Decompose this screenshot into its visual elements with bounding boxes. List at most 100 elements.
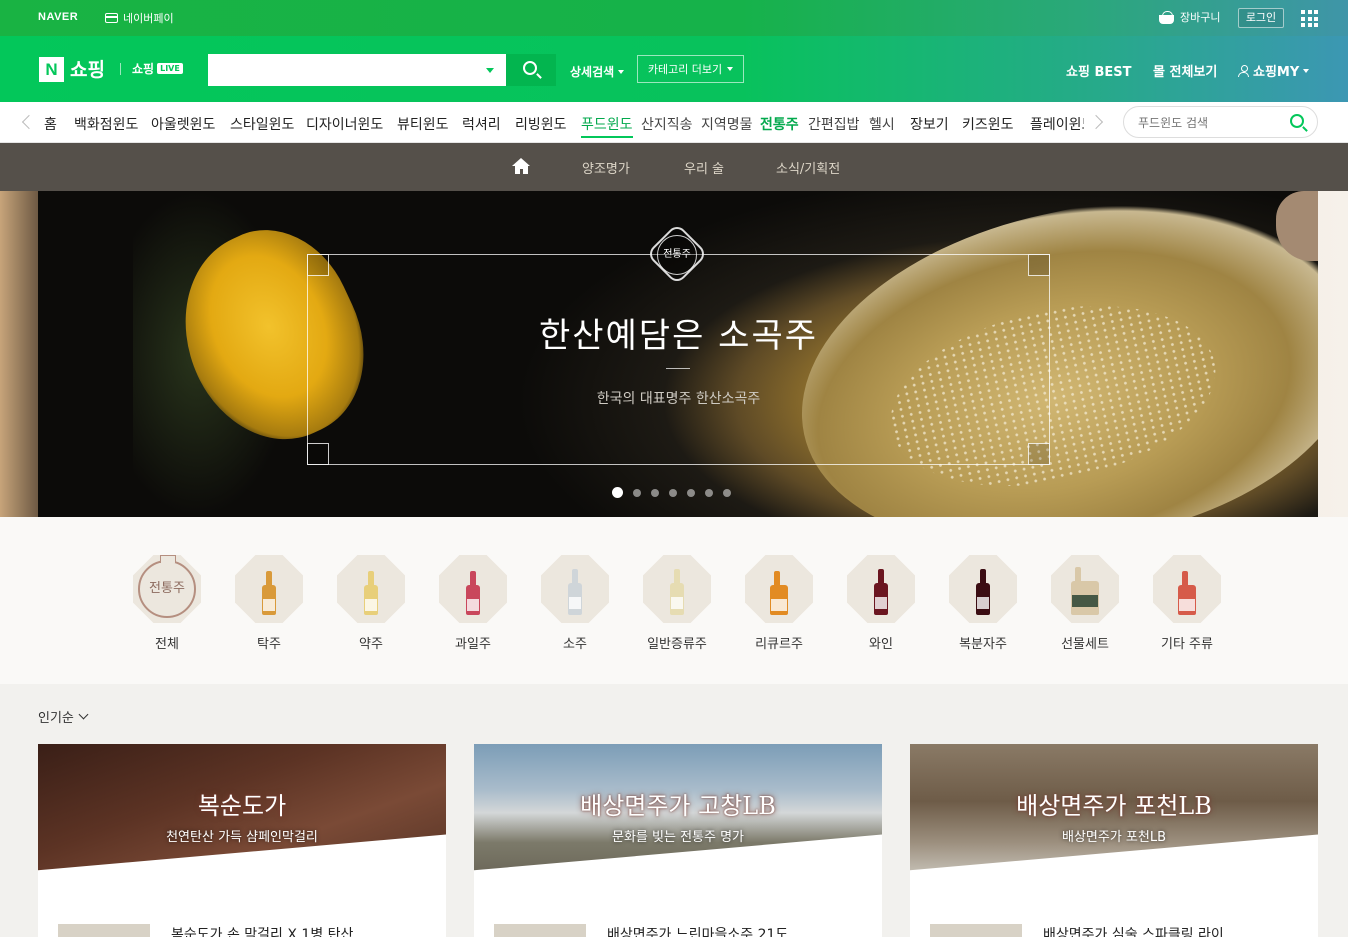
- slide-dot[interactable]: [687, 488, 695, 497]
- category-fruit-wine[interactable]: 과일주: [428, 555, 518, 652]
- search-input[interactable]: [208, 54, 478, 86]
- cart-label: 장바구니: [1180, 11, 1221, 24]
- autocomplete-caret-icon[interactable]: [486, 68, 494, 73]
- bottle-icon: [1153, 555, 1221, 623]
- basket-icon: [1158, 10, 1175, 24]
- category-other[interactable]: 기타 주류: [1142, 555, 1232, 652]
- naver-logo[interactable]: NAVER: [38, 11, 78, 23]
- nav-item-easy-meal[interactable]: 간편집밥: [808, 114, 860, 134]
- sub-nav-news[interactable]: 소식/기획전: [776, 158, 840, 177]
- search-button[interactable]: [506, 54, 556, 86]
- bottle-icon: [235, 555, 303, 623]
- nav-item-beauty[interactable]: 뷰티윈도: [397, 114, 449, 134]
- category-wine[interactable]: 와인: [836, 555, 926, 652]
- nav-prev-arrow-icon[interactable]: [21, 114, 37, 130]
- sub-nav-our-liquor[interactable]: 우리 술: [684, 158, 724, 177]
- food-search-input[interactable]: [1138, 113, 1288, 133]
- category-more-button[interactable]: 카테고리 더보기: [637, 55, 744, 83]
- frame-corner: [307, 443, 329, 465]
- product-name[interactable]: 복순도가 손 막걸리 X 1병 탄산...: [171, 924, 431, 937]
- brewery-card[interactable]: 배상면주가 포천LB 배상면주가 포천LB 배상면주가 심술 스파클링 라이..…: [910, 744, 1318, 937]
- chevron-down-icon: [618, 69, 625, 74]
- hero-banner[interactable]: 전통주 한산예담은 소곡주 한국의 대표명주 한산소곡주: [38, 191, 1318, 517]
- sort-dropdown[interactable]: 인기순: [38, 707, 89, 726]
- nav-item-grocery[interactable]: 장보기: [910, 114, 949, 134]
- hero-subtitle: 한국의 대표명주 한산소곡주: [596, 391, 761, 407]
- category-distilled[interactable]: 일반증류주: [632, 555, 722, 652]
- category-all[interactable]: 전통주 전체: [122, 555, 212, 652]
- nav-item-outlet[interactable]: 아울렛윈도: [151, 114, 215, 134]
- all-malls-link[interactable]: 몰 전체보기: [1153, 61, 1217, 80]
- category-label: 리큐르주: [755, 637, 803, 652]
- slide-dot[interactable]: [705, 488, 713, 497]
- nav-item-luxury[interactable]: 럭셔리: [462, 114, 501, 134]
- cart-link[interactable]: 장바구니: [1158, 9, 1220, 25]
- shopping-best-link[interactable]: 쇼핑 BEST: [1066, 61, 1131, 80]
- login-button[interactable]: 로그인: [1238, 8, 1284, 28]
- nav-next-arrow-icon[interactable]: [1088, 114, 1104, 130]
- gift-box-icon: [1051, 555, 1119, 623]
- category-liqueur[interactable]: 리큐르주: [734, 555, 824, 652]
- slide-dot-active[interactable]: [612, 487, 623, 498]
- window-nav-items: 홈 백화점윈도 아울렛윈도 스타일윈도 디자이너윈도 뷰티윈도 럭셔리 리빙윈도…: [44, 102, 1084, 142]
- nav-item-home[interactable]: 홈: [44, 114, 57, 134]
- sub-nav-brewery[interactable]: 양조명가: [582, 158, 630, 177]
- nav-item-regional[interactable]: 지역명물: [701, 114, 753, 134]
- category-label: 전체: [155, 637, 179, 652]
- nav-item-kids[interactable]: 키즈윈도: [962, 114, 1014, 134]
- nav-item-play[interactable]: 플레이윈도: [1030, 114, 1084, 134]
- naver-pay-link[interactable]: 네이버페이: [105, 10, 174, 26]
- card-title: 복순도가: [197, 792, 287, 820]
- product-thumbnail[interactable]: [930, 924, 1022, 937]
- category-gift-set[interactable]: 선물세트: [1040, 555, 1130, 652]
- card-icon: [105, 13, 118, 23]
- nav-item-direct[interactable]: 산지직송: [641, 114, 693, 134]
- product-name[interactable]: 배상면주가 느린마을소주 21도...: [607, 924, 867, 937]
- brewery-card[interactable]: 배상면주가 고창LB 문화를 빚는 전통주 명가 배상면주가 느린마을소주 21…: [474, 744, 882, 937]
- product-thumbnail[interactable]: [494, 924, 586, 937]
- card-subtitle: 천연탄산 가득 샴페인막걸리: [166, 830, 318, 845]
- product-name[interactable]: 배상면주가 심술 스파클링 라이...: [1043, 924, 1303, 937]
- category-bar: 전통주 전체 탁주 약주 과일주 소주 일반증류주 리큐르주 와인 복분자주 선…: [0, 517, 1348, 684]
- slide-dot[interactable]: [633, 488, 641, 497]
- nav-item-traditional-liquor[interactable]: 전통주: [760, 114, 799, 134]
- detail-search-button[interactable]: 상세검색: [570, 63, 625, 80]
- bottle-icon: [745, 555, 813, 623]
- category-yakju[interactable]: 약주: [326, 555, 416, 652]
- shopping-my-label: 쇼핑MY: [1253, 65, 1300, 80]
- home-icon[interactable]: [512, 158, 531, 175]
- bottle-icon: [541, 555, 609, 623]
- nav-item-healthy[interactable]: 헬시: [869, 114, 895, 134]
- user-icon: [1238, 64, 1249, 77]
- live-badge: LIVE: [157, 63, 183, 74]
- category-soju[interactable]: 소주: [530, 555, 620, 652]
- nav-item-living[interactable]: 리빙윈도: [515, 114, 567, 134]
- shopping-logo[interactable]: 쇼핑: [70, 55, 105, 82]
- top-bar: NAVER 네이버페이 장바구니 로그인: [0, 0, 1348, 36]
- apps-grid-icon[interactable]: [1301, 10, 1318, 27]
- hero-frame: [307, 254, 1050, 465]
- category-takju[interactable]: 탁주: [224, 555, 314, 652]
- card-title: 배상면주가 포천LB: [1016, 792, 1212, 820]
- category-bokbunja[interactable]: 복분자주: [938, 555, 1028, 652]
- slide-dot[interactable]: [723, 488, 731, 497]
- traditional-liquor-emblem: 전통주: [138, 555, 196, 618]
- slide-dot[interactable]: [651, 488, 659, 497]
- category-label: 기타 주류: [1161, 637, 1213, 652]
- shopping-live-link[interactable]: 쇼핑 LIVE: [132, 60, 183, 77]
- product-thumbnail[interactable]: [58, 924, 150, 937]
- nav-item-designer[interactable]: 디자이너윈도: [306, 114, 383, 134]
- frame-corner: [1028, 443, 1050, 465]
- frame-corner: [307, 254, 329, 276]
- brewery-card[interactable]: 복순도가 천연탄산 가득 샴페인막걸리 복순도가 손 막걸리 X 1병 탄산..…: [38, 744, 446, 937]
- nav-item-style[interactable]: 스타일윈도: [230, 114, 294, 134]
- card-subtitle: 문화를 빚는 전통주 명가: [612, 830, 744, 845]
- category-all-icon: 전통주: [133, 555, 201, 623]
- nav-item-department[interactable]: 백화점윈도: [74, 114, 138, 134]
- naver-n-logo[interactable]: N: [39, 57, 64, 82]
- shopping-my-link[interactable]: 쇼핑MY: [1238, 61, 1310, 80]
- category-label: 복분자주: [959, 637, 1007, 652]
- search-icon[interactable]: [1290, 114, 1304, 128]
- nav-item-food[interactable]: 푸드윈도: [581, 114, 633, 138]
- slide-dot[interactable]: [669, 488, 677, 497]
